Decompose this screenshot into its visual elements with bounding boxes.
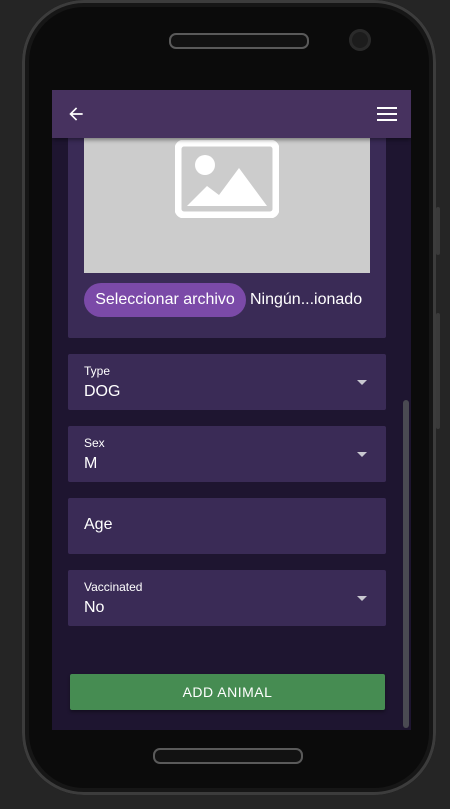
power-button [436,207,440,255]
image-preview [84,128,370,273]
sex-select[interactable]: Sex M [68,426,386,482]
arrow-left-icon[interactable] [66,104,86,124]
volume-button [436,313,440,429]
vaccinated-label: Vaccinated [84,580,143,594]
vaccinated-select[interactable]: Vaccinated No [68,570,386,626]
form-content: Seleccionar archivo Ningún...ionado Type… [52,128,411,730]
top-speaker [169,33,309,49]
dropdown-caret-icon [357,452,367,457]
file-status-text: Ningún...ionado [250,291,363,308]
dropdown-caret-icon [357,380,367,385]
type-select[interactable]: Type DOG [68,354,386,410]
app-bar [52,90,411,138]
dropdown-caret-icon [357,596,367,601]
vaccinated-value: No [84,599,105,616]
scrollbar-thumb[interactable] [403,400,409,728]
scrollbar[interactable] [402,138,411,730]
image-placeholder-icon [175,140,279,218]
type-value: DOG [84,383,121,400]
age-input[interactable]: Age [68,498,386,554]
choose-file-button[interactable]: Seleccionar archivo [84,283,246,317]
type-label: Type [84,364,111,378]
bottom-speaker [153,748,303,764]
hamburger-menu-icon[interactable] [376,105,398,123]
sex-label: Sex [84,436,105,450]
age-placeholder: Age [84,516,113,533]
image-upload-card: Seleccionar archivo Ningún...ionado [68,128,386,338]
sex-value: M [84,455,98,472]
app-screen: Seleccionar archivo Ningún...ionado Type… [52,90,411,730]
front-camera [349,29,371,51]
add-animal-button[interactable]: ADD ANIMAL [70,674,385,710]
